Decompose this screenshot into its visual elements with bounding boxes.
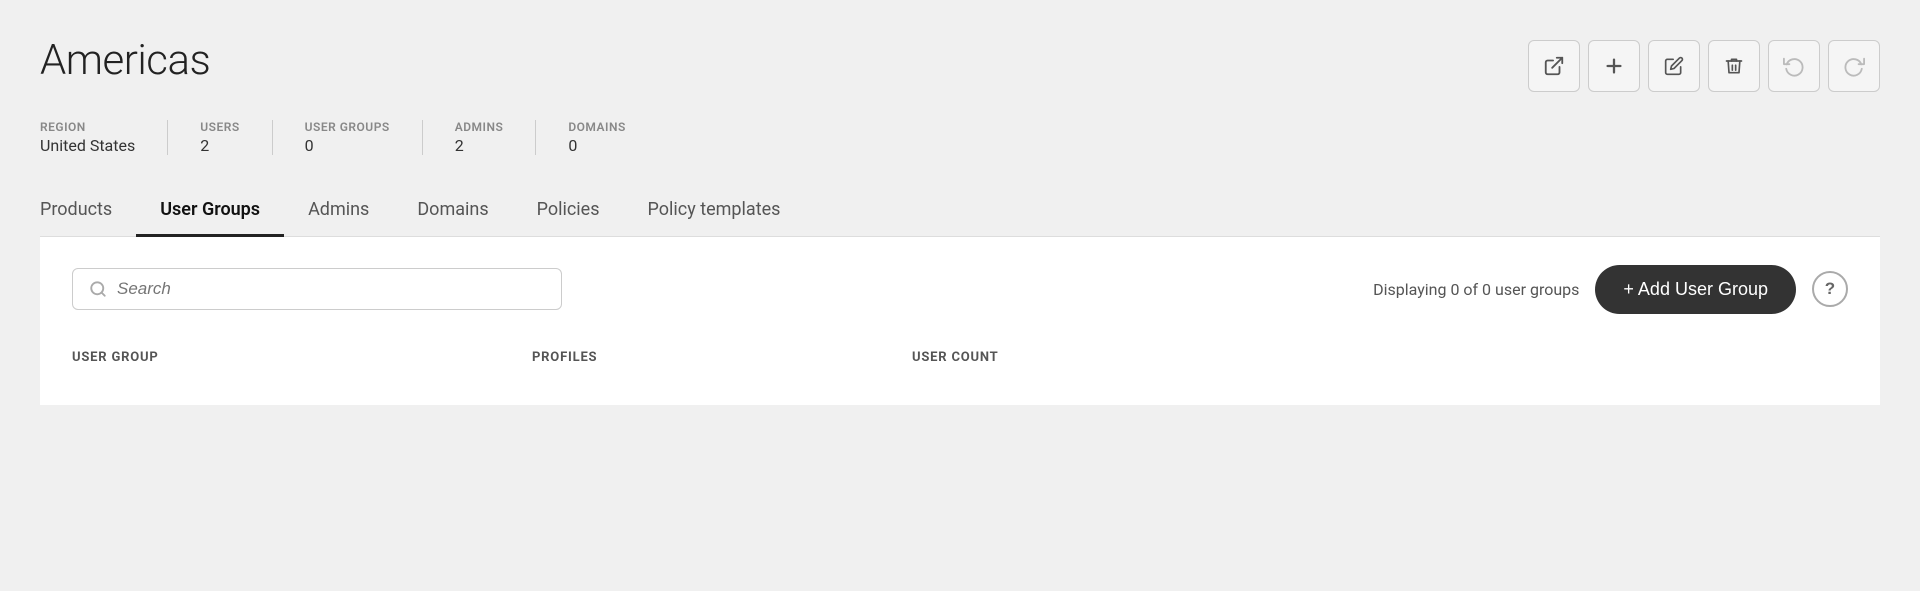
stat-domains-label: DOMAINS bbox=[568, 120, 625, 134]
redo-button[interactable] bbox=[1828, 40, 1880, 92]
page-container: Americas bbox=[0, 0, 1920, 591]
stat-region: REGION United States bbox=[40, 120, 168, 155]
table-headers: USER GROUP PROFILES USER COUNT bbox=[72, 342, 1848, 373]
stat-user-groups-label: USER GROUPS bbox=[305, 120, 390, 134]
displaying-text: Displaying 0 of 0 user groups bbox=[1373, 280, 1579, 299]
stat-region-value: United States bbox=[40, 136, 135, 155]
undo-button[interactable] bbox=[1768, 40, 1820, 92]
tab-user-groups[interactable]: User Groups bbox=[136, 187, 284, 237]
search-actions-row: Displaying 0 of 0 user groups + Add User… bbox=[72, 265, 1848, 314]
stat-domains-value: 0 bbox=[568, 136, 625, 155]
tab-policies[interactable]: Policies bbox=[513, 187, 624, 237]
stat-admins-value: 2 bbox=[455, 136, 504, 155]
page-title: Americas bbox=[40, 36, 210, 85]
search-input[interactable] bbox=[117, 279, 545, 299]
stat-users-value: 2 bbox=[200, 136, 239, 155]
col-header-profiles: PROFILES bbox=[532, 350, 912, 365]
stat-users: USERS 2 bbox=[200, 120, 272, 155]
stat-users-label: USERS bbox=[200, 120, 239, 134]
tabs-row: Products User Groups Admins Domains Poli… bbox=[40, 187, 1880, 237]
delete-button[interactable] bbox=[1708, 40, 1760, 92]
stat-user-groups-value: 0 bbox=[305, 136, 390, 155]
tab-policy-templates[interactable]: Policy templates bbox=[624, 187, 805, 237]
stat-user-groups: USER GROUPS 0 bbox=[305, 120, 423, 155]
toolbar bbox=[1528, 40, 1880, 92]
right-actions: Displaying 0 of 0 user groups + Add User… bbox=[1373, 265, 1848, 314]
stat-admins: ADMINS 2 bbox=[455, 120, 537, 155]
tab-admins[interactable]: Admins bbox=[284, 187, 393, 237]
header-row: Americas bbox=[40, 36, 1880, 92]
content-area: Displaying 0 of 0 user groups + Add User… bbox=[40, 237, 1880, 405]
add-user-group-button[interactable]: + Add User Group bbox=[1595, 265, 1796, 314]
help-button[interactable]: ? bbox=[1812, 271, 1848, 307]
tab-domains[interactable]: Domains bbox=[393, 187, 512, 237]
open-external-button[interactable] bbox=[1528, 40, 1580, 92]
tab-products[interactable]: Products bbox=[40, 187, 136, 237]
search-box bbox=[72, 268, 562, 310]
edit-button[interactable] bbox=[1648, 40, 1700, 92]
stats-row: REGION United States USERS 2 USER GROUPS… bbox=[40, 120, 1880, 155]
stat-domains: DOMAINS 0 bbox=[568, 120, 657, 155]
col-header-user-group: USER GROUP bbox=[72, 350, 532, 365]
col-header-user-count: USER COUNT bbox=[912, 350, 1848, 365]
add-button[interactable] bbox=[1588, 40, 1640, 92]
stat-admins-label: ADMINS bbox=[455, 120, 504, 134]
search-icon bbox=[89, 280, 107, 298]
stat-region-label: REGION bbox=[40, 120, 135, 134]
